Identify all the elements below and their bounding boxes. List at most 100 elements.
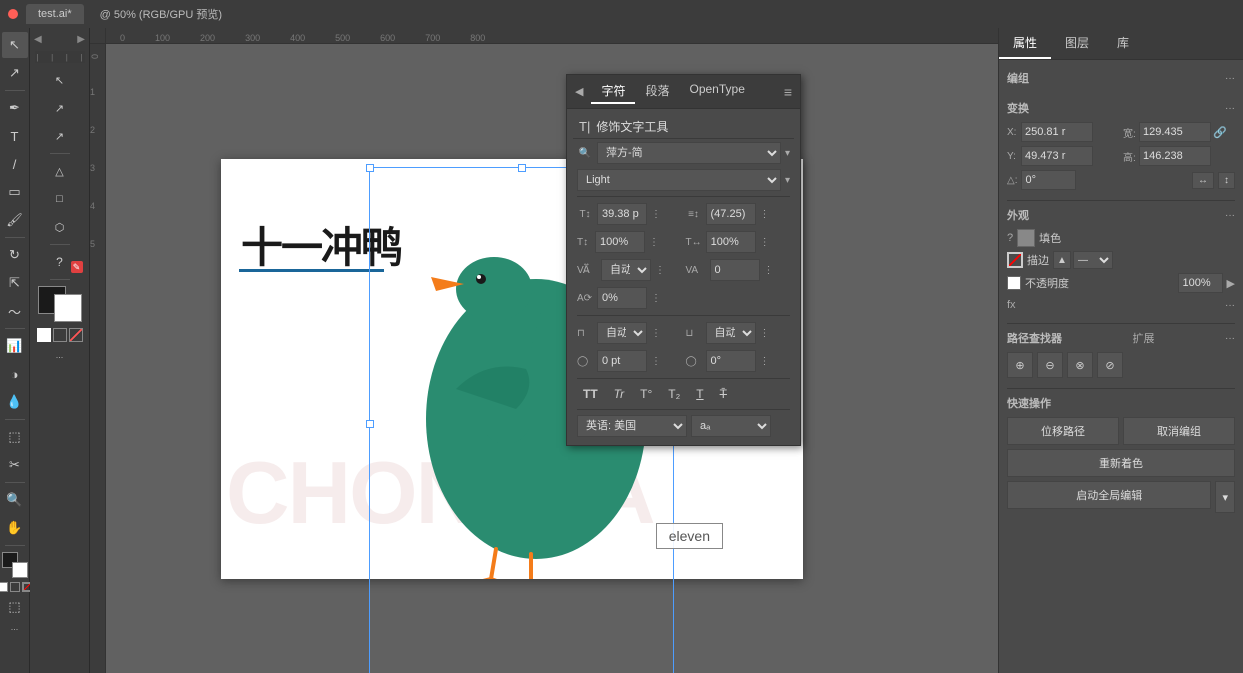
warp-tool[interactable]: 〜 [2, 298, 28, 324]
sec-none[interactable] [69, 328, 83, 342]
stroke-indicator[interactable]: 描边 ▲ — [1007, 251, 1113, 269]
pathfinder-more[interactable]: ··· [1225, 333, 1235, 344]
tab-opentype[interactable]: OpenType [680, 79, 755, 104]
appearance-more[interactable]: ··· [1225, 210, 1235, 221]
stroke-type-select[interactable]: — [1073, 251, 1113, 269]
graph-tool[interactable]: 📊 [2, 333, 28, 359]
typo-tt-btn[interactable]: TT [579, 385, 602, 403]
screen-mode[interactable]: ⬚ [2, 594, 28, 620]
link-wh-icon[interactable]: 🔗 [1213, 126, 1227, 139]
collapse-left[interactable]: ◀ [34, 34, 42, 45]
rect-secondary[interactable]: □ [35, 186, 85, 212]
stroke-arrows[interactable]: ⋮ [651, 356, 661, 367]
antialias-select[interactable]: aₐ [691, 415, 771, 437]
global-edit-btn[interactable]: 启动全局编辑 [1007, 481, 1211, 509]
flip-h-btn[interactable]: ↔ [1192, 172, 1214, 189]
height-input[interactable] [1139, 146, 1211, 166]
font-style-select[interactable]: Light [577, 169, 781, 191]
typo-underline-btn[interactable]: T [692, 385, 707, 403]
canvas[interactable]: 十一冲鸭 CHONGYA [106, 44, 998, 673]
x-input[interactable]: 250.81 r [1021, 122, 1093, 142]
rotate-tool[interactable]: ↻ [2, 242, 28, 268]
typo-strike-btn[interactable]: T̄ [716, 385, 731, 403]
style-dropdown-arrow[interactable]: ▾ [785, 175, 790, 186]
zoom-tool[interactable]: 🔍 [2, 487, 28, 513]
pf-intersect[interactable]: ⊗ [1067, 352, 1093, 378]
recolor-btn[interactable]: 重新着色 [1007, 449, 1235, 477]
slice-tool[interactable]: ✂ [2, 452, 28, 478]
opacity-checkbox[interactable] [1007, 276, 1021, 290]
line-tool[interactable]: / [2, 151, 28, 177]
tab-properties[interactable]: 属性 [999, 28, 1051, 59]
tab-library[interactable]: 库 [1103, 28, 1143, 59]
v-scale-arrows[interactable]: ⋮ [649, 237, 659, 248]
scale-tool[interactable]: ⇱ [2, 270, 28, 296]
language-select[interactable]: 英语: 美国 [577, 415, 687, 437]
fill-box[interactable] [0, 582, 8, 592]
file-tab[interactable]: test.ai* [26, 4, 84, 24]
flip-v-btn[interactable]: ↕ [1218, 172, 1235, 189]
eyedropper-tool[interactable]: 💧 [2, 389, 28, 415]
tracking-select[interactable]: 自动 [601, 259, 651, 281]
select-tool-secondary[interactable]: ↖ [35, 67, 85, 93]
handle-tm[interactable] [518, 164, 526, 172]
close-button[interactable] [8, 9, 18, 19]
fill-indicator[interactable]: ? 填色 [1007, 229, 1061, 247]
font-size-input[interactable] [597, 203, 647, 225]
artboard-tool[interactable]: ⬚ [2, 424, 28, 450]
fx-more[interactable]: ··· [1225, 300, 1235, 311]
gradient-tool[interactable]: ◑ [2, 361, 28, 387]
transform-tool[interactable]: △ [35, 158, 85, 184]
ungroup-btn[interactable]: 取消编组 [1123, 417, 1235, 445]
hex-tool[interactable]: ⬡ [35, 214, 85, 240]
direct-select-tool[interactable]: ↗ [2, 60, 28, 86]
sec-fill[interactable] [37, 328, 51, 342]
group-more[interactable]: ··· [1225, 73, 1235, 84]
pf-minus[interactable]: ⊖ [1037, 352, 1063, 378]
baseline-arrows-2[interactable]: ⋮ [760, 328, 770, 339]
opacity-input[interactable] [1178, 273, 1223, 293]
transform-more[interactable]: ··· [1225, 103, 1235, 114]
text-angle-input[interactable] [706, 350, 756, 372]
hand-tool[interactable]: ✋ [2, 515, 28, 541]
v-scale-input[interactable] [595, 231, 645, 253]
sec-color-indicator[interactable] [38, 286, 82, 322]
rect-tool[interactable]: ▭ [2, 179, 28, 205]
stroke-swatch[interactable] [1007, 252, 1023, 268]
direct-tool-secondary[interactable]: ↗ [35, 95, 85, 121]
direct-tool-secondary-2[interactable]: ↗ [35, 123, 85, 149]
pathfinder-expand[interactable]: 扩展 [1133, 330, 1155, 346]
pen-tool[interactable]: ✒ [2, 95, 28, 121]
touch-type-tool[interactable]: ? ✎ [35, 249, 85, 275]
tracking-arrows[interactable]: ⋮ [655, 265, 665, 276]
h-scale-arrows[interactable]: ⋮ [760, 237, 770, 248]
fill-swatch[interactable] [1017, 229, 1035, 247]
char-rotation-input[interactable] [597, 287, 647, 309]
sec-more[interactable]: ... [52, 346, 68, 364]
width-input[interactable] [1139, 122, 1211, 142]
panel-menu-icon[interactable]: ≡ [784, 84, 792, 100]
tab-character[interactable]: 字符 [591, 79, 635, 104]
kerning-arrows[interactable]: ⋮ [764, 265, 774, 276]
typo-tr-btn[interactable]: Tr [610, 385, 628, 403]
gradient-box[interactable] [10, 582, 20, 592]
opacity-arrow[interactable]: ▶ [1227, 277, 1235, 290]
stroke-up-btn[interactable]: ▲ [1053, 251, 1071, 269]
baseline-select-2[interactable]: 自动 [706, 322, 756, 344]
panel-collapse-left[interactable]: ◀ [575, 85, 583, 98]
type-tool[interactable]: T [2, 123, 28, 149]
char-rotation-arrows[interactable]: ⋮ [651, 293, 661, 304]
typo-sup-btn[interactable]: T° [636, 385, 656, 403]
offset-path-btn[interactable]: 位移路径 [1007, 417, 1119, 445]
typo-sub-btn[interactable]: T₂ [664, 385, 684, 403]
font-family-select[interactable]: 萍方-简 [597, 142, 781, 164]
h-scale-input[interactable] [706, 231, 756, 253]
pf-exclude[interactable]: ⊘ [1097, 352, 1123, 378]
baseline-arrows-1[interactable]: ⋮ [651, 328, 661, 339]
stroke-width-input[interactable] [597, 350, 647, 372]
collapse-right[interactable]: ▶ [77, 34, 85, 45]
sec-stroke[interactable] [53, 328, 67, 342]
baseline-select-1[interactable]: 自动 [597, 322, 647, 344]
text-angle-arrows[interactable]: ⋮ [760, 356, 770, 367]
global-edit-dropdown[interactable]: ▾ [1215, 481, 1235, 513]
